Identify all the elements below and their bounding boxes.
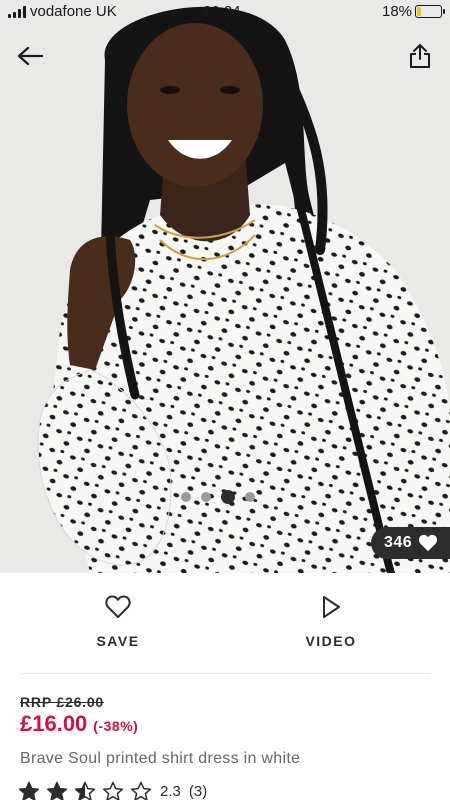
back-button[interactable] xyxy=(10,36,50,76)
share-button[interactable] xyxy=(400,36,440,76)
rating-row[interactable]: 2.3 (3) xyxy=(18,781,207,800)
likes-count: 346 xyxy=(384,534,413,551)
star-half-icon xyxy=(74,781,96,800)
price-row: £16.00 (-38%) xyxy=(20,711,138,737)
section-divider xyxy=(20,673,430,674)
video-label: VIDEO xyxy=(305,633,357,649)
gallery-dot[interactable] xyxy=(245,492,255,502)
save-label: SAVE xyxy=(96,633,140,649)
gallery-dot[interactable] xyxy=(201,492,211,502)
gallery-dot-active[interactable] xyxy=(221,490,235,504)
rating-value: 2.3 xyxy=(160,783,181,800)
video-button[interactable]: VIDEO xyxy=(271,595,391,649)
arrow-left-icon xyxy=(17,46,43,66)
product-image-gallery[interactable]: vodafone UK 20:24 18% 346 xyxy=(0,0,450,573)
status-time: 20:24 xyxy=(203,3,241,20)
play-icon xyxy=(323,596,340,618)
signal-strength-icon xyxy=(8,6,26,18)
product-actions: SAVE VIDEO xyxy=(0,573,450,673)
heart-outline-icon xyxy=(105,595,131,618)
star-empty-icon xyxy=(102,781,124,800)
product-photo xyxy=(0,0,450,573)
rrp-price: RRP £26.00 xyxy=(20,694,105,710)
likes-badge[interactable]: 346 xyxy=(371,527,450,559)
battery-icon xyxy=(415,5,445,18)
star-full-icon xyxy=(18,781,40,800)
star-full-icon xyxy=(46,781,68,800)
carrier-name: vodafone UK xyxy=(30,3,117,20)
heart-filled-icon xyxy=(419,534,438,552)
status-bar: vodafone UK 20:24 18% xyxy=(0,0,450,24)
gallery-pagination[interactable] xyxy=(181,490,255,504)
share-icon xyxy=(410,44,430,68)
rating-stars xyxy=(18,781,152,800)
star-empty-icon xyxy=(130,781,152,800)
discount-badge: (-38%) xyxy=(93,718,139,734)
gallery-dot[interactable] xyxy=(181,492,191,502)
product-title: Brave Soul printed shirt dress in white xyxy=(20,750,301,767)
battery-percent: 18% xyxy=(382,3,413,20)
current-price: £16.00 xyxy=(20,711,88,736)
save-button[interactable]: SAVE xyxy=(58,595,178,649)
review-count: (3) xyxy=(188,783,208,800)
